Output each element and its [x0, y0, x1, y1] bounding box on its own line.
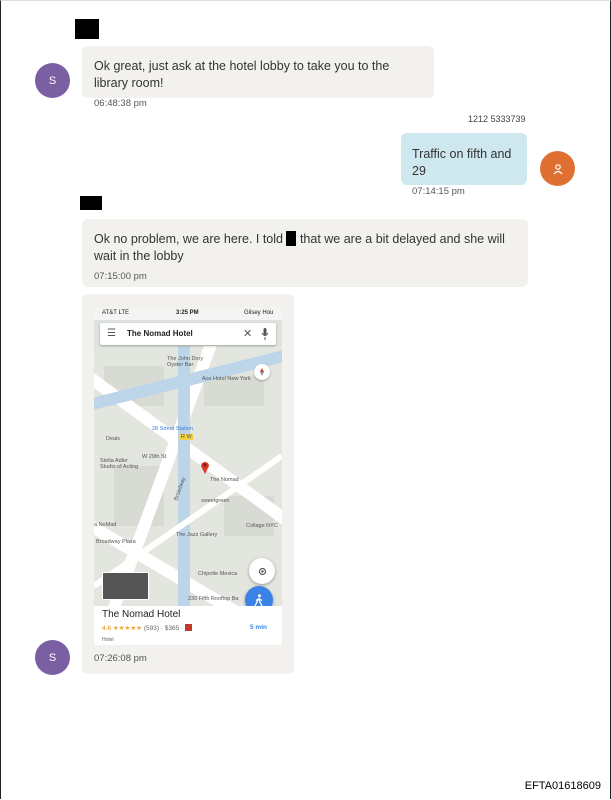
close-icon[interactable]: ✕ — [243, 327, 252, 340]
map-label: The John Dory Oyster Bar — [167, 356, 204, 368]
place-category: Hotel — [102, 637, 114, 643]
map-label: sweetgreen — [201, 498, 230, 504]
avatar: S — [35, 63, 70, 98]
review-count: (593) · $365 · — [143, 625, 184, 632]
microphone-icon[interactable] — [261, 328, 269, 340]
compass-button[interactable] — [254, 364, 270, 380]
carrier-label: AT&T LTE — [102, 310, 130, 316]
map-label: Ace Hotel New York — [202, 376, 251, 382]
message-time: 06:48:38 pm — [94, 98, 147, 109]
message-bubble: Traffic on fifth and 29 07:14:15 pm — [401, 133, 527, 197]
redaction-box — [286, 231, 297, 246]
phone-status-bar: AT&T LTE 3:25 PM Gilsey Hou — [94, 308, 282, 320]
walking-icon — [254, 593, 263, 606]
redaction-box — [75, 19, 99, 39]
redaction-box — [80, 196, 102, 210]
place-rating-row: 4.6 ★★★★★ (593) · $365 · — [102, 624, 193, 632]
map-label: a NoMad — [94, 522, 117, 528]
sender-number: 1212 5333739 — [468, 114, 526, 124]
message-text: Traffic on fifth and 29 — [412, 147, 512, 178]
street-view-thumbnail[interactable] — [102, 572, 149, 600]
message-bubble: Ok no problem, we are here. I told that … — [82, 219, 528, 287]
location-pin-icon[interactable] — [200, 460, 210, 474]
message-time: 07:14:15 pm — [412, 186, 465, 197]
message-text: Ok great, just ask at the hotel lobby to… — [94, 59, 390, 90]
message-time: 07:26:08 pm — [94, 653, 147, 664]
map-view[interactable]: The John Dory Oyster Bar Ace Hotel New Y… — [94, 333, 282, 645]
map-label: Stella Adler Studio of Acting — [100, 458, 139, 470]
place-info-card[interactable]: The Nomad Hotel 4.6 ★★★★★ (593) · $365 ·… — [94, 606, 282, 645]
my-location-button[interactable] — [249, 558, 275, 584]
map-label: W 29th St — [142, 454, 167, 460]
message-text: Ok no problem, we are here. I told that … — [94, 231, 516, 265]
map-screenshot[interactable]: AT&T LTE 3:25 PM Gilsey Hou The John Dor… — [94, 308, 282, 645]
map-label: The Jazz Gallery — [176, 532, 218, 538]
message-bubble: Ok great, just ask at the hotel lobby to… — [82, 46, 434, 109]
map-label: 28 Street Station — [152, 426, 193, 432]
rating-value: 4.6 — [102, 625, 112, 632]
menu-icon[interactable]: ☰ — [107, 328, 116, 339]
rating-stars: ★★★★★ — [112, 625, 142, 632]
person-icon — [553, 163, 562, 174]
place-name: The Nomad Hotel — [102, 609, 181, 620]
document-id: EFTA01618609 — [524, 780, 601, 792]
status-right-label: Gilsey Hou — [244, 310, 274, 316]
compass-icon — [260, 368, 264, 376]
clock-label: 3:25 PM — [176, 310, 199, 316]
crosshair-icon — [258, 567, 266, 575]
hotel-icon — [185, 624, 193, 631]
map-label: 230 Fifth Rooftop Ba — [188, 596, 239, 602]
search-bar[interactable]: ☰ The Nomad Hotel ✕ — [100, 323, 276, 345]
search-input[interactable]: The Nomad Hotel — [127, 329, 193, 338]
message-text-part: Ok no problem, we are here. I told — [94, 232, 283, 246]
map-label: The Nomad — [210, 477, 239, 483]
map-label: Collage NYC — [246, 523, 278, 529]
eta-label: 5 min — [250, 624, 267, 631]
map-label: Broadway Plaza — [96, 539, 136, 545]
map-label: Deals — [106, 436, 121, 442]
avatar — [540, 151, 575, 186]
map-label: Chipotle Mexica — [198, 571, 238, 577]
map-label: R W — [180, 434, 193, 440]
message-time: 07:15:00 pm — [94, 271, 147, 282]
avatar: S — [35, 640, 70, 675]
